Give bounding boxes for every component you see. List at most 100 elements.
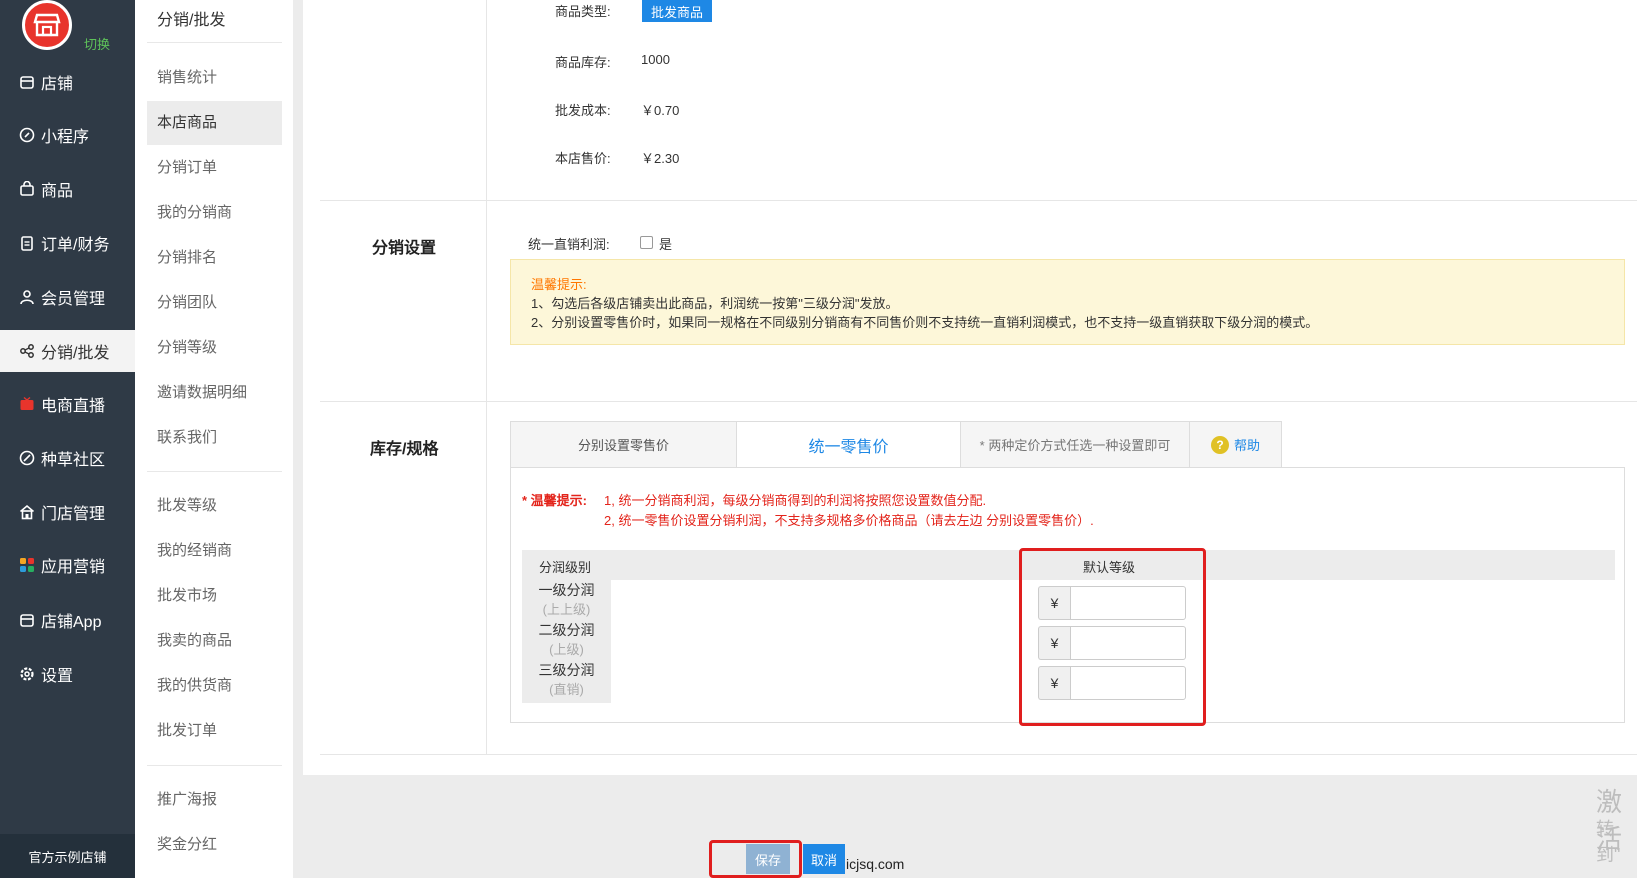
store-icon: [18, 73, 36, 91]
level-sub: (上级): [549, 642, 584, 657]
level-name: 三级分润: [538, 662, 595, 678]
product-type-label: 商品类型:: [555, 4, 611, 19]
nav-item-marketing[interactable]: 应用营销: [0, 544, 135, 586]
cost-label: 批发成本:: [555, 103, 611, 118]
gear-icon: [18, 665, 36, 683]
house-icon: [18, 503, 36, 521]
cancel-button[interactable]: 取消: [803, 844, 845, 874]
store-logo[interactable]: [22, 0, 72, 50]
highlight-box: [1019, 548, 1206, 726]
divider: [486, 0, 487, 200]
unify-profit-checkbox[interactable]: [640, 236, 653, 249]
level-sub: (上上级): [542, 602, 591, 617]
stock-spec-section-title: 库存/规格: [370, 441, 439, 458]
divider: [320, 200, 1637, 201]
nav-item-store-manage[interactable]: 门店管理: [0, 491, 135, 533]
nav-item-live[interactable]: 电商直播: [0, 383, 135, 425]
current-store-label[interactable]: 官方示例店铺: [0, 834, 135, 878]
submenu-item[interactable]: 我的分销商: [147, 191, 282, 235]
help-icon: ?: [1210, 435, 1229, 454]
divider: [147, 42, 282, 43]
nav-item-orders[interactable]: 订单/财务: [0, 222, 135, 264]
nav-item-members[interactable]: 会员管理: [0, 276, 135, 318]
profit-level-column: 一级分润 (上上级) 二级分润 (上级) 三级分润 (直销): [522, 580, 611, 703]
nav-item-store[interactable]: 店铺: [0, 61, 135, 103]
divider: [486, 401, 487, 754]
unify-profit-option[interactable]: 是: [659, 234, 672, 253]
activation-watermark: 转到": [1596, 819, 1621, 865]
grid-icon: [18, 556, 36, 574]
submenu-item[interactable]: 推广海报: [147, 778, 282, 822]
nav-item-label: 应用营销: [41, 559, 106, 576]
nav-item-label: 小程序: [41, 129, 90, 146]
stock-label: 商品库存:: [555, 55, 611, 70]
cost-value: ￥0.70: [641, 103, 680, 118]
submenu-item[interactable]: 我的经销商: [147, 529, 282, 573]
nav-item-label: 店铺App: [41, 614, 102, 631]
help-link[interactable]: ? 帮助: [1189, 421, 1282, 468]
tab-separate-price[interactable]: 分别设置零售价: [510, 421, 737, 468]
submenu-item[interactable]: 分销团队: [147, 281, 282, 325]
submenu-item[interactable]: 本店商品: [147, 101, 282, 145]
product-type-badge[interactable]: 批发商品: [642, 0, 712, 22]
distribution-section-title: 分销设置: [372, 240, 437, 257]
nav-item-miniprogram[interactable]: 小程序: [0, 114, 135, 156]
nav-item-goods[interactable]: 商品: [0, 168, 135, 210]
share-icon: [18, 342, 36, 360]
divider: [320, 401, 1637, 402]
submenu-item[interactable]: 批发市场: [147, 574, 282, 618]
nav-item-settings[interactable]: 设置: [0, 653, 135, 695]
switch-link[interactable]: 切换: [84, 34, 110, 53]
submenu-title: 分销/批发: [157, 12, 226, 29]
level-row: 一级分润 (上上级): [522, 580, 611, 620]
level-name: 一级分润: [538, 582, 595, 598]
level-row: 二级分润 (上级): [522, 620, 611, 660]
warn-line: 2, 统一零售价设置分销利润，不支持多规格多价格商品（请去左边 分别设置零售价）…: [604, 513, 1094, 528]
main-sidebar: 切换 店铺 小程序 商品 订单/财务 会员管理 分销/批发 电商直播 种草社区 …: [0, 0, 135, 878]
nav-item-label: 门店管理: [41, 506, 106, 523]
submenu-item[interactable]: 奖金分红: [147, 823, 282, 867]
nav-item-app[interactable]: 店铺App: [0, 599, 135, 641]
level-sub: (直销): [549, 682, 584, 697]
user-icon: [18, 288, 36, 306]
unify-profit-label: 统一直销利润:: [528, 237, 610, 252]
submenu-item[interactable]: 分销排名: [147, 236, 282, 280]
bag-icon: [18, 180, 36, 198]
tab-unified-price[interactable]: 统一零售价: [736, 421, 961, 468]
submenu-item[interactable]: 批发等级: [147, 484, 282, 528]
divider: [320, 754, 1637, 755]
divider: [147, 471, 282, 472]
col-level: 分润级别: [539, 560, 592, 575]
submenu-item[interactable]: 联系我们: [147, 416, 282, 460]
nav-item-distribution[interactable]: 分销/批发: [0, 330, 135, 372]
help-label: 帮助: [1233, 438, 1260, 453]
tv-icon: [18, 395, 36, 413]
app-icon: [18, 611, 36, 629]
nav-item-label: 商品: [41, 183, 74, 200]
submenu-item[interactable]: 分销订单: [147, 146, 282, 190]
nav-item-community[interactable]: 种草社区: [0, 437, 135, 479]
domain-text: icjsq.com: [846, 856, 905, 872]
leaf-icon: [18, 449, 36, 467]
sub-sidebar: 分销/批发 销售统计 本店商品 分销订单 我的分销商 分销排名 分销团队 分销等…: [135, 0, 293, 878]
tip-line: 2、分别设置零售价时，如果同一规格在不同级别分销商有不同售价则不支持统一直销利润…: [531, 315, 1319, 330]
warn-title: * 温馨提示:: [522, 493, 588, 508]
nav-item-label: 店铺: [41, 76, 74, 93]
tip-line: 1、勾选后各级店铺卖出此商品，利润统一按第"三级分润"发放。: [531, 296, 899, 311]
submenu-item[interactable]: 分销等级: [147, 326, 282, 370]
submenu-item[interactable]: 我的供货商: [147, 664, 282, 708]
price-label: 本店售价:: [555, 151, 611, 166]
pricing-note: * 两种定价方式任选一种设置即可: [960, 421, 1190, 468]
nav-item-label: 种草社区: [41, 452, 106, 469]
submenu-item[interactable]: 邀请数据明细: [147, 371, 282, 415]
submenu-item[interactable]: 批发订单: [147, 709, 282, 753]
submenu-item[interactable]: 销售统计: [147, 56, 282, 100]
submenu-item[interactable]: 我卖的商品: [147, 619, 282, 663]
nav-item-label: 会员管理: [41, 291, 106, 308]
tip-title: 温馨提示:: [531, 277, 587, 292]
divider: [147, 765, 282, 766]
shop-icon: [33, 13, 61, 37]
nav-item-label: 电商直播: [41, 398, 106, 415]
link-icon: [18, 126, 36, 144]
save-button[interactable]: 保存: [746, 844, 790, 874]
